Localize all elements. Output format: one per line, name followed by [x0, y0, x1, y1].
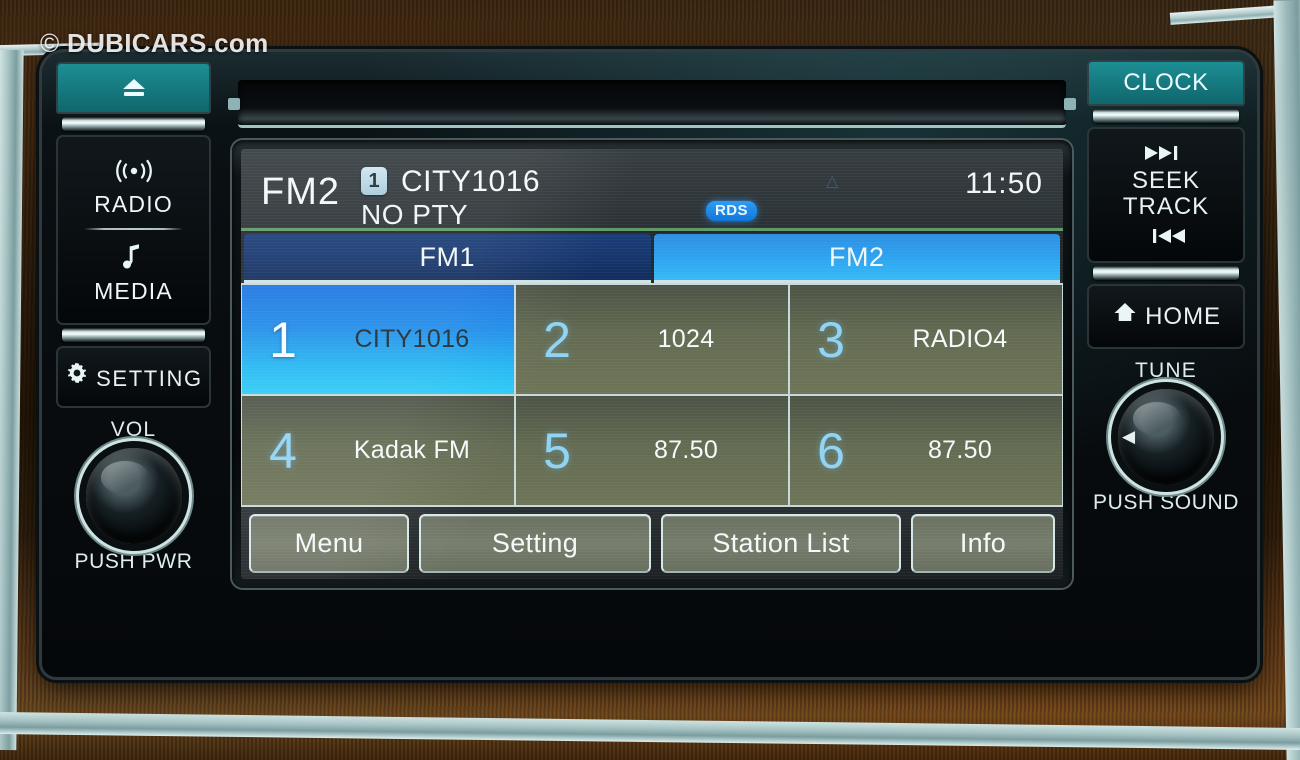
watermark-text: DUBICARS.com	[67, 28, 269, 58]
radio-waves-icon	[58, 159, 209, 187]
skip-back-icon[interactable]	[1089, 226, 1243, 251]
preset-number: 4	[269, 422, 297, 479]
left-button-column: RADIO MEDIA SETTING VOL PUSH PWR	[56, 62, 211, 574]
preset-button-5[interactable]: 5 87.50	[516, 396, 788, 505]
volume-knob-top-label: VOL	[110, 418, 157, 441]
band-tab-bar: FM1 FM2	[241, 231, 1063, 283]
info-button[interactable]: Info	[911, 514, 1055, 573]
preset-button-1[interactable]: 1 CITY1016	[242, 285, 514, 394]
current-band-label: FM2	[261, 171, 340, 213]
preset-number: 6	[817, 422, 845, 479]
rds-indicator-badge: RDS	[706, 201, 757, 221]
home-icon	[1111, 302, 1145, 329]
disc-slot[interactable]	[228, 80, 1076, 128]
rocker-divider-top[interactable]	[62, 117, 205, 131]
preset-name: Kadak FM	[353, 436, 471, 464]
station-list-label: Station List	[712, 528, 850, 558]
lcd-screen[interactable]: FM2 1 CITY1016 NO PTY RDS △ 11:50 FM1 FM…	[241, 149, 1063, 579]
volume-knob-bottom-label: PUSH PWR	[74, 550, 193, 573]
program-type-display: NO PTY	[361, 199, 469, 230]
preset-name: 1024	[657, 325, 715, 353]
home-button-label: HOME	[1145, 302, 1222, 330]
eject-button[interactable]	[56, 62, 211, 114]
preset-number: 5	[543, 422, 571, 479]
copyright-symbol: ©	[40, 28, 60, 58]
seek-label-line1: SEEK	[1131, 167, 1201, 194]
screen-bezel: FM2 1 CITY1016 NO PTY RDS △ 11:50 FM1 FM…	[232, 140, 1072, 588]
tune-sound-knob[interactable]	[1118, 388, 1214, 485]
preset-name: 87.50	[927, 436, 993, 464]
station-list-button[interactable]: Station List	[661, 514, 901, 573]
preset-button-3[interactable]: 3 RADIO4	[790, 285, 1062, 394]
skip-forward-icon[interactable]	[1089, 143, 1243, 168]
center-section: FM2 1 CITY1016 NO PTY RDS △ 11:50 FM1 FM…	[228, 62, 1076, 588]
setting-softkey-label: Setting	[491, 528, 579, 558]
tab-fm1[interactable]: FM1	[244, 234, 651, 283]
preset-name: RADIO4	[912, 325, 1008, 353]
preset-button-2[interactable]: 2 1024	[516, 285, 788, 394]
button-pad-divider	[84, 228, 183, 230]
antenna-icon: △	[826, 173, 839, 190]
watermark: © DUBICARS.com	[40, 28, 269, 59]
clock-display: 11:50	[965, 167, 1043, 200]
setting-button[interactable]: SETTING	[56, 346, 211, 408]
seek-label-line2: TRACK	[1122, 192, 1210, 220]
seek-track-button: SEEK TRACK	[1087, 127, 1245, 263]
tune-knob-group: TUNE PUSH SOUND	[1087, 359, 1245, 515]
setting-button-label: SETTING	[96, 366, 203, 391]
preset-name: CITY1016	[354, 325, 470, 353]
music-note-icon	[58, 242, 209, 274]
head-unit-faceplate: RADIO MEDIA SETTING VOL PUSH PWR FM2 1 C…	[42, 52, 1257, 677]
menu-button-label: Menu	[294, 528, 364, 558]
radio-button-label: RADIO	[94, 191, 173, 217]
soft-key-bar: Menu Setting Station List Info	[241, 507, 1063, 579]
media-button-label: MEDIA	[94, 278, 173, 304]
clock-button-label: CLOCK	[1123, 69, 1209, 96]
eject-icon	[122, 79, 145, 96]
active-preset-badge: 1	[361, 167, 387, 195]
rocker-divider-top-right[interactable]	[1093, 109, 1239, 123]
info-button-label: Info	[959, 528, 1007, 558]
station-name-display: CITY1016	[401, 165, 541, 198]
volume-knob-group: VOL PUSH PWR	[56, 418, 211, 574]
preset-grid: 1 CITY1016 2 1024 3 RADIO4 4 Kadak FM 5 …	[241, 283, 1063, 507]
tune-knob-top-label: TUNE	[1135, 358, 1197, 382]
gear-icon	[64, 363, 96, 391]
tab-fm2[interactable]: FM2	[653, 234, 1060, 283]
radio-status-header: FM2 1 CITY1016 NO PTY RDS △ 11:50	[241, 149, 1063, 231]
tab-fm2-label: FM2	[829, 241, 885, 272]
setting-softkey-button[interactable]: Setting	[419, 514, 651, 573]
clock-button[interactable]: CLOCK	[1087, 60, 1245, 106]
radio-button[interactable]: RADIO	[58, 151, 209, 224]
menu-button[interactable]: Menu	[249, 514, 409, 573]
preset-name: 87.50	[653, 436, 719, 464]
rocker-divider-bottom-right[interactable]	[1093, 265, 1239, 280]
right-button-column: CLOCK SEEK TRACK HOME TUNE ◀ PUSH SOUND	[1087, 60, 1245, 515]
radio-media-button-pad: RADIO MEDIA	[56, 135, 211, 325]
preset-number: 2	[543, 311, 571, 368]
rocker-divider-bottom[interactable]	[62, 328, 205, 342]
preset-number: 1	[269, 311, 297, 368]
preset-number: 3	[817, 311, 845, 368]
home-button[interactable]: HOME	[1087, 283, 1245, 349]
preset-button-6[interactable]: 6 87.50	[790, 396, 1062, 505]
preset-button-4[interactable]: 4 Kadak FM	[242, 396, 514, 505]
volume-power-knob[interactable]	[85, 448, 182, 544]
tune-knob-bottom-label: PUSH SOUND	[1092, 490, 1240, 514]
media-button[interactable]: MEDIA	[58, 234, 209, 311]
tab-fm1-label: FM1	[419, 241, 475, 272]
